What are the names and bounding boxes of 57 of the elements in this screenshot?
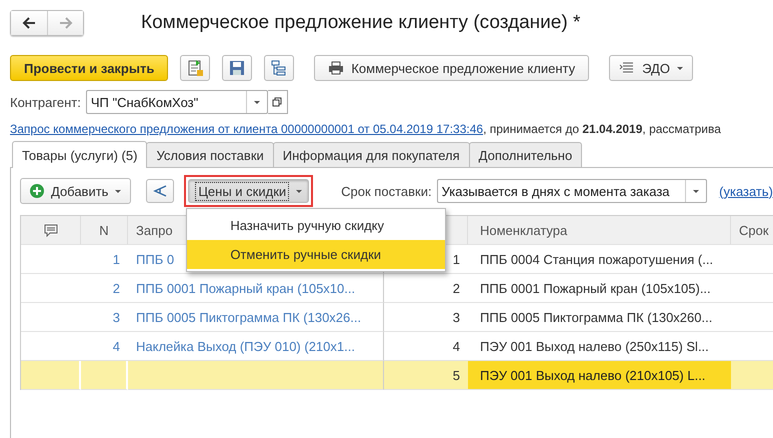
document-icon-button[interactable] — [180, 55, 210, 81]
edo-button[interactable]: ЭДО — [609, 55, 693, 81]
column-header: N — [81, 216, 128, 245]
document-arrow-icon — [186, 59, 204, 77]
column-header: Номенклатура — [468, 216, 731, 245]
counterparty-label: Контрагент: — [10, 94, 81, 110]
table-cell — [21, 361, 81, 390]
table-cell: ППБ 0005 Пиктограмма ПК (130х26... — [128, 303, 384, 332]
documents-icon — [619, 61, 636, 75]
table-cell: 5 — [452, 368, 460, 382]
counterparty-field[interactable]: ЧП "СнабКомХоз" — [86, 90, 268, 114]
plus-icon — [30, 184, 44, 198]
table-cell[interactable]: ППБ 0001 Пожарный кран (105х105)... — [468, 274, 731, 303]
hierarchy-icon — [271, 60, 288, 76]
delivery-term-label: Срок поставки: — [341, 184, 432, 198]
column-header: Срок — [731, 216, 773, 245]
table-cell[interactable]: ППБ 0005 Пиктограмма ПК (130х260... — [468, 303, 731, 332]
table-cell: 1 — [81, 245, 128, 274]
save-icon — [229, 60, 246, 76]
table-cell — [81, 361, 128, 390]
caret-icon — [115, 190, 122, 192]
table-cell: 3 — [452, 310, 460, 324]
table-cell: 1 — [452, 252, 460, 266]
print-button[interactable]: Коммерческое предложение клиенту — [314, 55, 590, 81]
structure-button[interactable] — [264, 55, 294, 81]
open-button[interactable] — [268, 90, 288, 114]
add-button[interactable]: Добавить — [20, 178, 132, 204]
request-info-text: Запрос коммерческого предложения от клиента 00000000001 от 05.04.2019 17:33:46, принимается до 21.04.2019, рассматрива — [10, 122, 721, 136]
caret-icon — [676, 66, 683, 70]
open-window-icon — [272, 97, 282, 107]
table-cell[interactable]: ППБ 0004 Станция пожаротушения (... — [468, 245, 731, 274]
table-cell: 4 — [452, 338, 460, 354]
tab[interactable]: Товары (услуги) (5) — [12, 141, 148, 168]
prices-and-discounts-button[interactable]: Цены и скидки — [188, 179, 310, 203]
back-arrow-icon — [22, 16, 36, 28]
caret-icon — [296, 190, 302, 192]
window-title: Коммерческое предложение клиенту (создание) * — [141, 12, 580, 34]
menu-item[interactable]: Отменить ручные скидки — [187, 240, 446, 269]
table-cell: 2 — [452, 280, 460, 296]
share-icon — [152, 184, 168, 198]
table-cell: ППБ 0001 Пожарный кран (105х10... — [128, 274, 384, 303]
save-button[interactable] — [222, 55, 252, 81]
back-button[interactable] — [11, 10, 47, 34]
delivery-term-field[interactable]: Указывается в днях с момента заказа — [436, 179, 708, 203]
share-button[interactable] — [146, 179, 174, 203]
comment-icon — [44, 224, 58, 236]
table-cell[interactable]: ПЭУ 001 Выход налево (210х105) L... — [468, 361, 731, 390]
request-link[interactable]: Запрос коммерческого предложения от клиента 00000000001 от 05.04.2019 17:33:46 — [10, 122, 484, 136]
printer-icon — [328, 61, 344, 75]
tab[interactable]: Условия поставки — [146, 142, 274, 167]
table-cell: 3 — [81, 303, 128, 332]
post-and-close-button[interactable]: Провести и закрыть — [10, 55, 168, 81]
specify-link[interactable]: (указать) — [719, 184, 773, 198]
tab[interactable]: Информация для покупателя — [272, 142, 470, 167]
forward-arrow-icon — [58, 16, 72, 28]
table-cell: 2 — [81, 274, 128, 303]
tab[interactable]: Дополнительно — [468, 142, 582, 167]
